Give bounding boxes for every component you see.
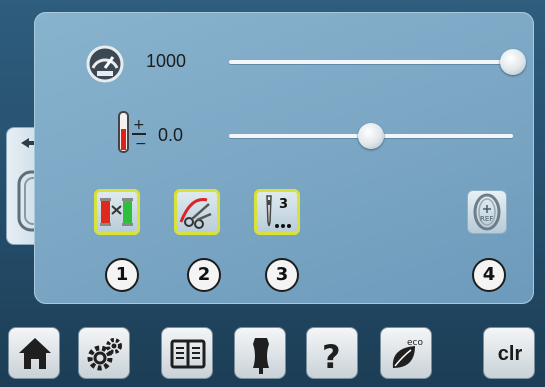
creative-consultant-icon <box>253 338 269 374</box>
function-number-3: 3 <box>265 258 299 292</box>
svg-text:?: ? <box>322 338 341 376</box>
thread-cutter-button[interactable] <box>94 189 140 235</box>
bottom-navigation-bar: ? eco clr <box>0 318 545 387</box>
help-icon: ? <box>322 338 341 376</box>
home-icon <box>19 338 51 369</box>
thread-cut-button[interactable] <box>174 189 220 235</box>
thread-cutter-colors-icon <box>100 198 133 226</box>
speed-value: 1000 <box>146 51 187 71</box>
tension-slider-knob[interactable] <box>358 123 384 149</box>
svg-text:−: − <box>135 136 147 152</box>
function-number-4: 4 <box>472 258 506 292</box>
hoop-reference-button[interactable]: REF <box>467 190 507 234</box>
thread-tension-icon: + − <box>118 111 147 153</box>
speed-slider-knob[interactable] <box>500 49 526 75</box>
tutorial-book-icon <box>170 339 206 369</box>
clr-label: clr <box>497 343 523 365</box>
stitch-count-button[interactable]: 3 <box>254 189 300 235</box>
speed-slider-track[interactable] <box>229 60 513 64</box>
stitch-count-needle-icon: 3 <box>266 195 291 228</box>
ref-label: REF <box>480 215 493 223</box>
tutorial-button[interactable] <box>161 327 213 379</box>
help-button[interactable]: ? <box>306 327 358 379</box>
function-number-1: 1 <box>105 258 139 292</box>
function-number-2: 2 <box>187 258 221 292</box>
stitch-count-label: 3 <box>279 197 288 212</box>
hoop-ref-icon: REF <box>473 193 501 231</box>
eco-label: eco <box>407 338 423 348</box>
screen: 1000 + − 0.0 1 2 3 3 REF 4 ? eco clr <box>0 0 545 387</box>
eco-button[interactable]: eco <box>380 327 432 379</box>
thread-cut-scissors-icon <box>179 197 212 229</box>
creative-consultant-button[interactable] <box>234 327 286 379</box>
setup-gears-icon <box>87 338 122 371</box>
setup-button[interactable] <box>78 327 130 379</box>
tension-value: 0.0 <box>158 125 184 145</box>
home-button[interactable] <box>8 327 60 379</box>
clear-button[interactable]: clr <box>483 327 535 379</box>
speed-gauge-icon <box>86 45 124 83</box>
eco-icon: eco <box>392 338 423 368</box>
svg-text:+: + <box>133 117 145 133</box>
